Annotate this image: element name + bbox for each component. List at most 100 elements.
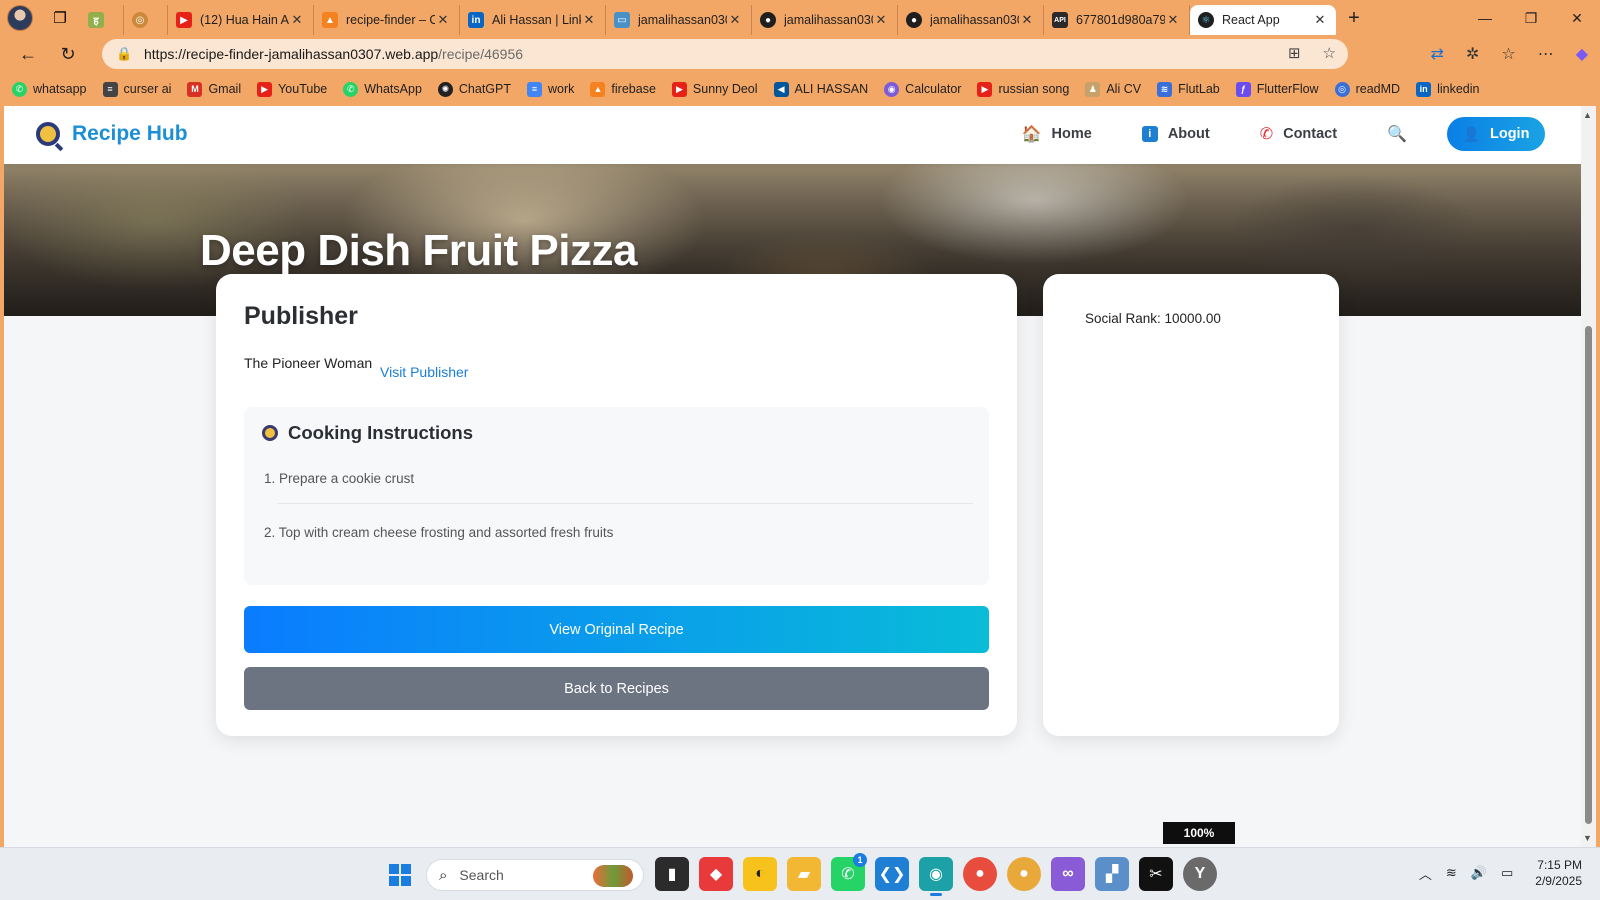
anydesk-app-icon[interactable]: ◆ (699, 857, 733, 891)
brand-name: Recipe Hub (72, 122, 188, 145)
view-original-recipe-button[interactable]: View Original Recipe (244, 606, 989, 653)
extensions-icon[interactable]: ✲ (1466, 44, 1479, 64)
wifi-icon[interactable]: ≋ (1446, 865, 1457, 881)
windows-start-icon[interactable] (389, 864, 411, 886)
bookmark-label: Sunny Deol (692, 82, 758, 96)
translate-icon[interactable]: ⇄ (1431, 44, 1444, 64)
bookmark-flutterflow[interactable]: ƒ FlutterFlow (1235, 81, 1319, 97)
tab-monitor[interactable]: ▭ jamalihassan030 ✕ (606, 5, 752, 35)
bookmark-gmail[interactable]: M Gmail (187, 81, 241, 97)
recipe-stats-card: Social Rank: 10000.00 (1043, 274, 1339, 736)
favorites-icon[interactable]: ☆ (1501, 44, 1515, 64)
tab-react-app[interactable]: ⚛ React App ✕ (1190, 5, 1336, 35)
login-button[interactable]: 👤 Login (1447, 117, 1545, 151)
tab-linkedin[interactable]: in Ali Hassan | Link ✕ (460, 5, 606, 35)
nav-about[interactable]: i About (1141, 126, 1210, 142)
close-icon[interactable]: ✕ (435, 12, 451, 28)
close-icon[interactable]: ✕ (727, 12, 743, 28)
bookmark-ali-cv[interactable]: ♟ Ali CV (1085, 81, 1141, 97)
youtube-icon: ▶ (176, 12, 192, 28)
capcut-app-icon[interactable]: ✂ (1139, 857, 1173, 891)
reload-icon[interactable]: ↻ (48, 36, 88, 72)
restore-icon[interactable]: ❐ (1508, 0, 1554, 36)
app-available-icon[interactable]: ⊞ (1288, 44, 1301, 62)
vscode-app-icon[interactable]: ❮❯ (875, 857, 909, 891)
bookmark-ali-hassan[interactable]: ◀ ALI HASSAN (773, 81, 868, 97)
cooking-icon (262, 425, 278, 441)
bookmark-linkedin[interactable]: in linkedin (1416, 81, 1479, 97)
scroll-down-icon[interactable]: ▼ (1583, 833, 1592, 843)
bookmark-youtube[interactable]: ▶ YouTube (257, 81, 327, 97)
more-options-icon[interactable]: ⋯ (1538, 44, 1554, 64)
close-icon[interactable]: ✕ (581, 12, 597, 28)
close-icon[interactable]: ✕ (1312, 12, 1328, 28)
visit-publisher-link[interactable]: Visit Publisher (380, 364, 468, 380)
yandex-app-icon[interactable]: Y (1183, 857, 1217, 891)
copilot-icon[interactable]: ◆ (1576, 44, 1588, 64)
back-arrow-icon[interactable]: ← (8, 36, 48, 72)
battery-icon[interactable]: ▭ (1501, 865, 1513, 881)
bookmark-firebase[interactable]: ▲ firebase (590, 81, 656, 97)
bookmark-label: FlutLab (1178, 82, 1220, 96)
visual-studio-app-icon[interactable]: ∞ (1051, 857, 1085, 891)
resource-monitor-app-icon[interactable]: ▞ (1095, 857, 1129, 891)
tab-pinned-2[interactable]: ◎ (124, 5, 168, 35)
page-scrollbar[interactable]: ▲ ▼ (1581, 106, 1596, 847)
chat-app-icon[interactable]: ◐ (743, 857, 777, 891)
clock[interactable]: 7:15 PM 2/9/2025 (1535, 857, 1582, 889)
url-field[interactable]: 🔒 https://recipe-finder-jamalihassan0307… (102, 39, 1348, 69)
profile-button[interactable] (0, 0, 40, 36)
search-icon[interactable]: 🔍 (1387, 124, 1407, 144)
file-explorer-icon[interactable]: ▰ (787, 857, 821, 891)
close-window-icon[interactable]: ✕ (1554, 0, 1600, 36)
close-icon[interactable]: ✕ (873, 12, 889, 28)
nav-contact-label: Contact (1283, 126, 1338, 142)
favorite-star-icon[interactable]: ☆ (1323, 44, 1336, 62)
brand-logo[interactable]: Recipe Hub (36, 122, 188, 146)
calculator-icon: ◉ (884, 81, 900, 97)
terminal-app-icon[interactable]: ▮ (655, 857, 689, 891)
scrollbar-thumb[interactable] (1585, 326, 1592, 824)
whatsapp-app-icon[interactable]: ✆ 1 (831, 853, 867, 891)
bookmark-curser-ai[interactable]: ≡ curser ai (102, 81, 171, 97)
bookmark-whatsapp-2[interactable]: ✆ WhatsApp (343, 81, 422, 97)
minimize-icon[interactable]: — (1462, 0, 1508, 36)
search-highlight-icon (593, 865, 633, 887)
close-icon[interactable]: ✕ (1019, 12, 1035, 28)
new-tab-button[interactable]: + (1336, 7, 1372, 30)
close-icon[interactable]: ✕ (289, 12, 305, 28)
linkedin-icon: in (468, 12, 484, 28)
close-icon[interactable]: ✕ (1165, 12, 1181, 28)
volume-icon[interactable]: 🔊 (1471, 865, 1487, 881)
bookmark-label: FlutterFlow (1256, 82, 1319, 96)
bookmark-sunny-deol[interactable]: ▶ Sunny Deol (671, 81, 758, 97)
tab-youtube[interactable]: ▶ (12) Hua Hain Aa ✕ (168, 5, 314, 35)
bookmark-russian-song[interactable]: ▶ russian song (977, 81, 1069, 97)
nav-contact[interactable]: ✆ Contact (1260, 124, 1337, 144)
chrome-app-icon[interactable]: ● (963, 857, 997, 891)
bookmark-calculator[interactable]: ◉ Calculator (884, 81, 961, 97)
cooking-instructions-panel: Cooking Instructions 1. Prepare a cookie… (244, 407, 989, 585)
taskbar-search[interactable]: ⌕ Search (426, 859, 644, 891)
chevron-up-icon[interactable]: ︿ (1419, 864, 1432, 883)
back-to-recipes-button[interactable]: Back to Recipes (244, 667, 989, 710)
tab-github-1[interactable]: ● jamalihassan030 ✕ (752, 5, 898, 35)
chrome-canary-app-icon[interactable]: ● (1007, 857, 1041, 891)
workspaces-button[interactable]: ❐ (40, 0, 80, 36)
edge-app-icon[interactable]: ◉ (919, 857, 953, 896)
scroll-up-icon[interactable]: ▲ (1583, 110, 1592, 120)
taskbar-apps: ▮ ◆ ◐ ▰ ✆ 1 ❮❯ ◉ ● ● ∞ ▞ ✂ Y (655, 853, 1217, 896)
tab-github-2[interactable]: ● jamalihassan030 ✕ (898, 5, 1044, 35)
tab-title: (12) Hua Hain Aa (200, 13, 289, 27)
windows-taskbar: ⌕ Search ▮ ◆ ◐ ▰ ✆ 1 ❮❯ ◉ ● ● ∞ ▞ ✂ Y ︿ ≋… (0, 847, 1600, 900)
tab-firebase[interactable]: ▲ recipe-finder – C ✕ (314, 5, 460, 35)
tab-api[interactable]: API 677801d980a79 ✕ (1044, 5, 1190, 35)
recipe-details-card: Publisher The Pioneer Woman Visit Publis… (216, 274, 1017, 736)
tab-pinned-1[interactable]: ह (80, 5, 124, 35)
bookmark-flutlab[interactable]: ≋ FlutLab (1157, 81, 1220, 97)
nav-home[interactable]: 🏠 Home (1022, 124, 1092, 144)
bookmark-work[interactable]: ≡ work (527, 81, 574, 97)
bookmark-whatsapp[interactable]: ✆ whatsapp (12, 81, 87, 97)
bookmark-chatgpt[interactable]: ✺ ChatGPT (437, 81, 511, 97)
bookmark-readmd[interactable]: ◎ readMD (1334, 81, 1400, 97)
